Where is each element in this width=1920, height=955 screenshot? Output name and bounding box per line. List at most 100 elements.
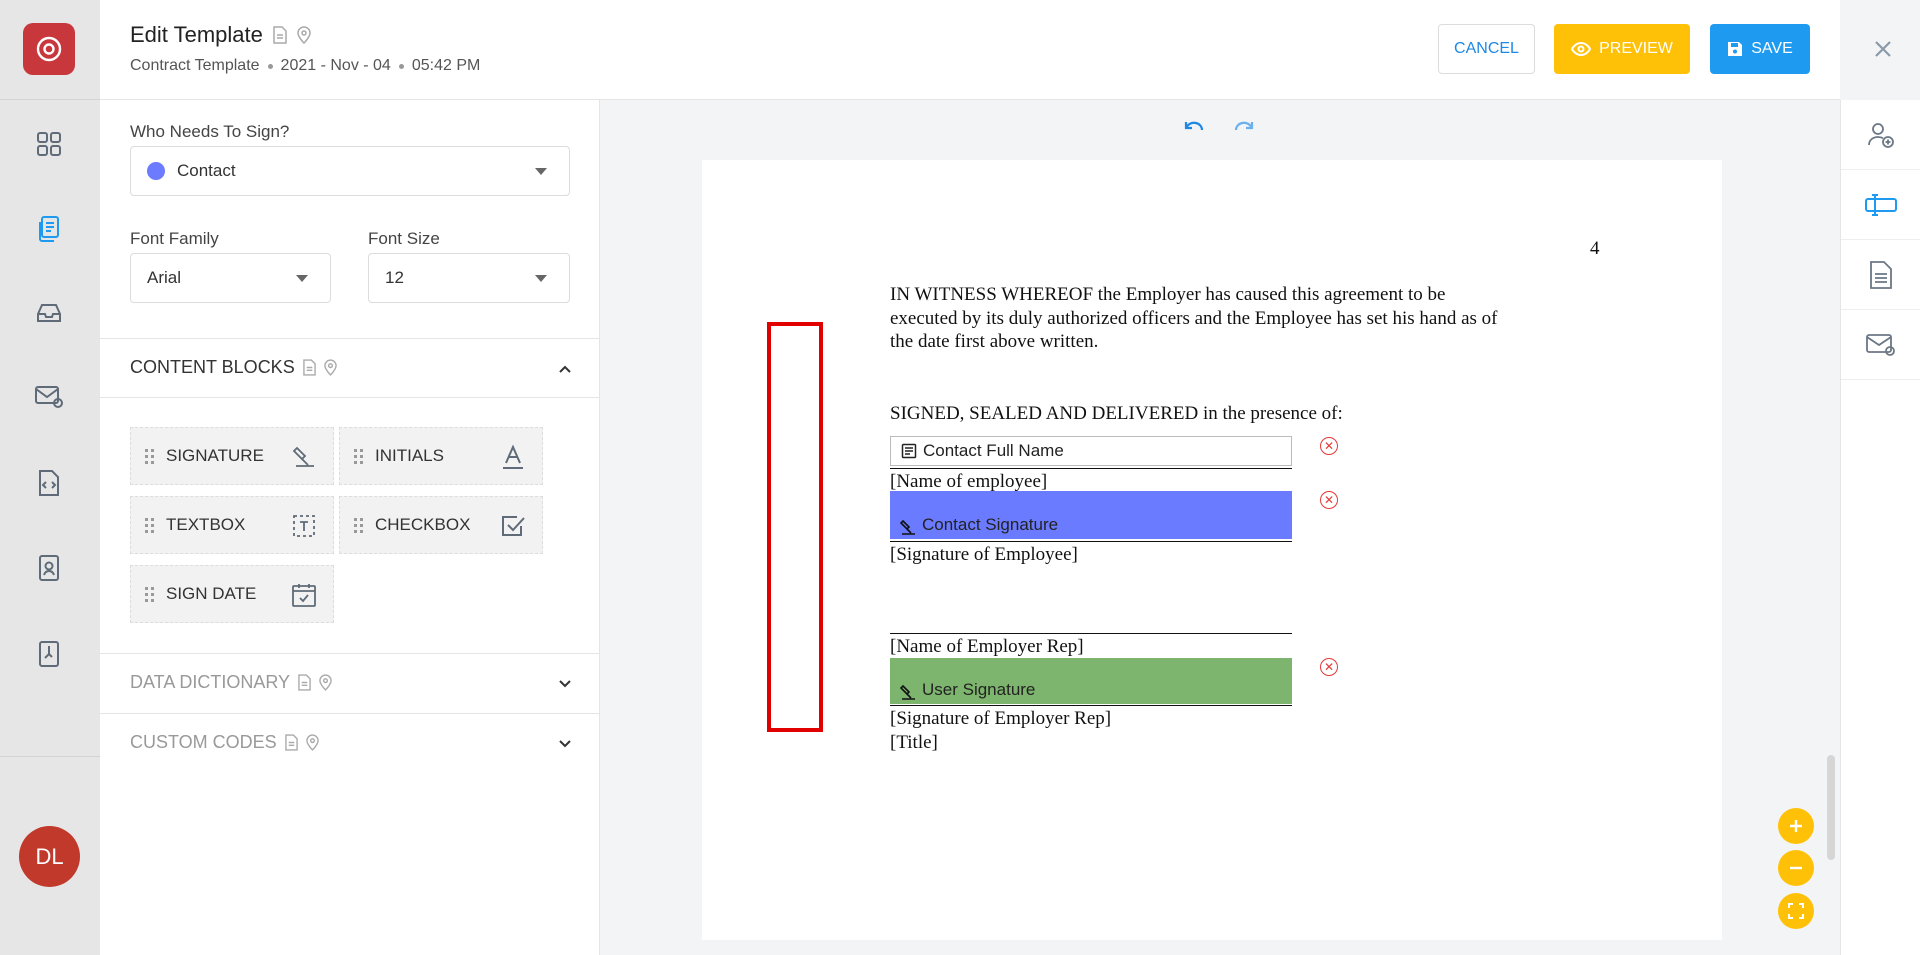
custom-codes-header[interactable]: CUSTOM CODES (100, 713, 600, 773)
signature-line (890, 541, 1292, 542)
template-time: 05:42 PM (411, 57, 481, 74)
signer-select[interactable]: Contact (130, 146, 570, 196)
signature-block-label: SIGNATURE (166, 446, 264, 465)
textbox-block[interactable]: TEXTBOX (130, 496, 334, 554)
preview-button[interactable]: PREVIEW (1554, 24, 1690, 74)
name-of-employer-rep: [Name of Employer Rep] (890, 636, 1084, 657)
custom-codes-title: CUSTOM CODES (130, 732, 319, 753)
save-button[interactable]: SAVE (1710, 24, 1810, 74)
document-icon (284, 734, 298, 751)
calendar-icon (289, 580, 319, 610)
contact-full-name-label: Contact Full Name (923, 441, 1064, 460)
data-dictionary-label: DATA DICTIONARY (130, 672, 291, 692)
plus-icon (1790, 820, 1802, 832)
textbox-icon (289, 511, 319, 541)
code-file-icon[interactable] (34, 468, 64, 498)
pen-nib-icon (289, 442, 319, 472)
signed-docs-icon[interactable] (34, 639, 64, 669)
page-subtitle: Contract Template 2021 - Nov - 04 05:42 … (130, 57, 480, 75)
sign-date-block-label: SIGN DATE (166, 584, 257, 603)
inbox-icon[interactable] (34, 298, 64, 328)
contact-color-dot (147, 162, 165, 180)
save-label: SAVE (1751, 40, 1793, 57)
redo-icon[interactable] (1232, 118, 1256, 139)
page-title-row: Edit Template (130, 22, 311, 48)
chevron-down-icon (535, 168, 547, 175)
name-of-employee: [Name of employee] (890, 471, 1048, 492)
textbox-block-label: TEXTBOX (166, 515, 246, 534)
fit-screen-button[interactable] (1778, 893, 1814, 929)
cancel-button[interactable]: CANCEL (1438, 24, 1535, 74)
tool-rail (1840, 100, 1920, 955)
text-field-icon (901, 443, 917, 459)
checkbox-block[interactable]: CHECKBOX (339, 496, 543, 554)
mail-settings-icon[interactable] (34, 382, 64, 412)
chevron-down-icon (559, 740, 571, 748)
template-type: Contract Template (130, 57, 260, 74)
header: Edit Template Contract Template 2021 - N… (100, 0, 1840, 100)
title-placeholder: [Title] (890, 732, 938, 753)
app-logo[interactable] (23, 23, 75, 75)
signer-value: Contact (177, 161, 236, 180)
drag-handle-icon (354, 517, 363, 533)
remove-field-icon[interactable]: ✕ (1320, 658, 1338, 676)
zoom-in-button[interactable] (1778, 808, 1814, 844)
highlight-box (767, 322, 823, 732)
chevron-down-icon (296, 275, 308, 282)
initials-block[interactable]: INITIALS (339, 427, 543, 485)
location-pin-icon (305, 734, 319, 751)
font-family-label: Font Family (130, 229, 219, 248)
checkbox-block-label: CHECKBOX (375, 515, 471, 534)
floppy-icon (1728, 42, 1743, 56)
user-signature-field[interactable]: User Signature (890, 658, 1292, 704)
logo-icon (36, 36, 62, 62)
contacts-icon[interactable] (34, 553, 64, 583)
rail-divider (0, 756, 100, 757)
signature-line (890, 705, 1292, 706)
text-field-icon (1865, 193, 1897, 216)
close-icon[interactable] (1868, 34, 1898, 64)
chevron-up-icon (559, 365, 571, 373)
signature-of-employer-rep: [Signature of Employer Rep] (890, 708, 1112, 729)
content-blocks-header[interactable]: CONTENT BLOCKS (100, 338, 600, 398)
signature-block[interactable]: SIGNATURE (130, 427, 334, 485)
page-title: Edit Template (130, 22, 263, 47)
content-blocks-label: CONTENT BLOCKS (130, 357, 295, 377)
font-family-select[interactable]: Arial (130, 253, 331, 303)
mail-settings-icon (1866, 333, 1895, 356)
fields-tool[interactable] (1841, 170, 1920, 240)
avatar[interactable]: DL (19, 826, 80, 887)
eye-icon (1571, 42, 1592, 56)
data-dictionary-title: DATA DICTIONARY (130, 672, 332, 693)
separator-dot (267, 63, 273, 69)
contact-full-name-field[interactable]: Contact Full Name (890, 436, 1292, 466)
signature-line (890, 468, 1292, 469)
zoom-out-button[interactable] (1778, 850, 1814, 886)
document-tool[interactable] (1841, 240, 1920, 310)
dashboard-icon[interactable] (34, 129, 64, 159)
location-pin-icon (323, 359, 337, 376)
remove-field-icon[interactable]: ✕ (1320, 437, 1338, 455)
scrollbar[interactable] (1827, 755, 1835, 860)
checkbox-icon (498, 511, 528, 541)
document-icon (1870, 260, 1892, 289)
contact-signature-label: Contact Signature (922, 515, 1059, 534)
template-date: 2021 - Nov - 04 (280, 57, 391, 74)
font-size-select[interactable]: 12 (368, 253, 570, 303)
font-size-value: 12 (385, 268, 404, 287)
contact-signature-field[interactable]: Contact Signature (890, 491, 1292, 539)
email-settings-tool[interactable] (1841, 310, 1920, 380)
add-recipient-tool[interactable] (1841, 100, 1920, 170)
document-icon (273, 26, 287, 44)
undo-icon[interactable] (1182, 118, 1206, 139)
data-dictionary-header[interactable]: DATA DICTIONARY (100, 653, 600, 713)
signed-line: SIGNED, SEALED AND DELIVERED in the pres… (890, 403, 1343, 424)
sign-date-block[interactable]: SIGN DATE (130, 565, 334, 623)
initials-block-label: INITIALS (375, 446, 444, 465)
settings-panel: Who Needs To Sign? Contact Font Family A… (100, 100, 600, 955)
documents-icon[interactable] (34, 214, 64, 244)
pen-nib-icon (900, 519, 916, 535)
drag-handle-icon (145, 448, 154, 464)
remove-field-icon[interactable]: ✕ (1320, 491, 1338, 509)
drag-handle-icon (354, 448, 363, 464)
